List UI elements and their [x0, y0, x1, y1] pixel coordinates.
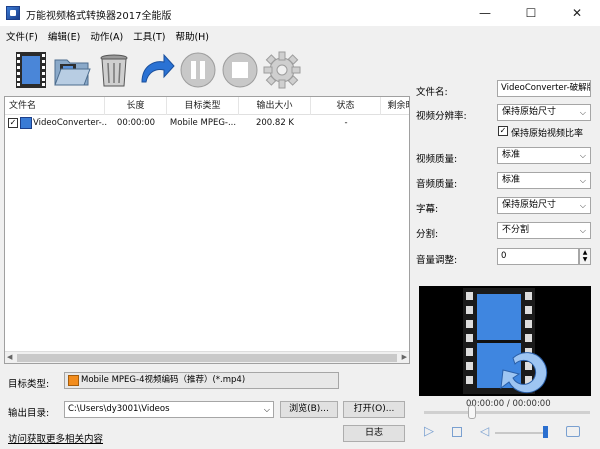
volume-slider[interactable]: [495, 432, 543, 434]
resolution-value: 保持原始尺寸: [502, 107, 557, 117]
refresh-arrow-icon[interactable]: [136, 50, 176, 90]
split-label: 分割:: [416, 229, 439, 240]
volume-input[interactable]: 0: [497, 248, 579, 265]
column-filename[interactable]: 文件名: [5, 97, 105, 115]
output-dir-combo[interactable]: C:\Users\dy3001\Videos ⌵: [64, 401, 274, 418]
row-length: 00:00:00: [116, 118, 156, 128]
audio-quality-select[interactable]: 标准 ⌵: [497, 172, 591, 189]
volume-stepper[interactable]: ▲ ▼: [579, 248, 591, 265]
log-button[interactable]: 日志: [343, 425, 405, 442]
split-select[interactable]: 不分割 ⌵: [497, 222, 591, 239]
timecode: 00:00:00 / 00:00:00: [466, 399, 551, 409]
filename-input[interactable]: VideoConverter-破解版: [497, 80, 591, 97]
horizontal-scrollbar[interactable]: ◀ ▶: [5, 351, 409, 363]
pause-icon[interactable]: [178, 50, 218, 90]
video-file-icon: [20, 117, 32, 129]
output-dir-label: 输出目录:: [8, 408, 50, 419]
folder-open-icon[interactable]: [52, 50, 92, 90]
trash-icon[interactable]: [94, 50, 134, 90]
seek-handle[interactable]: [468, 405, 476, 419]
column-size[interactable]: 输出大小: [239, 97, 311, 115]
scroll-left-icon[interactable]: ◀: [7, 353, 12, 361]
video-preview: [419, 286, 591, 396]
stop-icon[interactable]: [220, 50, 260, 90]
maximize-button[interactable]: ☐: [508, 0, 554, 26]
audio-quality-label: 音频质量:: [416, 179, 458, 190]
row-size: 200.82 K: [255, 118, 295, 128]
subtitle-value: 保持原始尺寸: [502, 200, 557, 210]
chevron-down-icon: ⌵: [579, 176, 586, 185]
column-remaining[interactable]: 剩余时: [381, 97, 409, 115]
video-quality-label: 视频质量:: [416, 154, 458, 165]
target-type-field[interactable]: Mobile MPEG-4视频编码（推荐）(*.mp4): [64, 372, 339, 389]
column-status[interactable]: 状态: [311, 97, 381, 115]
table-row[interactable]: ✓ VideoConverter-... 00:00:00 Mobile MPE…: [5, 116, 409, 131]
snapshot-camera-icon[interactable]: [566, 426, 580, 437]
output-dir-value: C:\Users\dy3001\Videos: [68, 404, 170, 414]
stop-playback-icon[interactable]: [452, 427, 462, 437]
menu-tools[interactable]: 工具(T): [133, 29, 165, 43]
resolution-select[interactable]: 保持原始尺寸 ⌵: [497, 104, 591, 121]
keep-ratio-checkbox[interactable]: ✓: [498, 126, 508, 136]
gear-icon[interactable]: [262, 50, 302, 90]
menu-help[interactable]: 帮助(H): [175, 29, 209, 43]
volume-slider-handle[interactable]: [543, 426, 548, 438]
menu-action[interactable]: 动作(A): [90, 29, 123, 43]
keep-ratio-label: 保持原始视频比率: [511, 129, 584, 139]
scroll-right-icon[interactable]: ▶: [402, 353, 407, 361]
toolbar: [0, 46, 410, 94]
target-type-value: Mobile MPEG-4视频编码（推荐）(*.mp4): [81, 375, 246, 385]
split-value: 不分割: [502, 225, 530, 235]
app-logo-icon: [6, 6, 20, 20]
column-target[interactable]: 目标类型: [167, 97, 239, 115]
chevron-down-icon: ⌵: [579, 226, 586, 235]
resolution-label: 视频分辨率:: [416, 111, 467, 122]
volume-icon[interactable]: ◁: [480, 424, 489, 438]
video-quality-select[interactable]: 标准 ⌵: [497, 147, 591, 164]
title-bar: 万能视频格式转换器2017全能版 — ☐ ✕: [0, 0, 600, 26]
row-filename: VideoConverter-...: [33, 118, 107, 128]
filename-label: 文件名:: [416, 87, 448, 98]
column-length[interactable]: 长度: [105, 97, 167, 115]
row-status: -: [344, 118, 348, 128]
browse-button[interactable]: 浏览(B)...: [280, 401, 338, 418]
subtitle-select[interactable]: 保持原始尺寸 ⌵: [497, 197, 591, 214]
play-icon[interactable]: ▷: [424, 424, 434, 439]
chevron-down-icon: ⌵: [579, 108, 586, 117]
volume-label: 音量调整:: [416, 255, 458, 266]
film-add-icon[interactable]: [12, 50, 52, 90]
menu-bar: 文件(F) 编辑(E) 动作(A) 工具(T) 帮助(H): [0, 26, 600, 46]
format-icon: [68, 375, 79, 386]
row-checkbox[interactable]: ✓: [8, 118, 18, 128]
minimize-button[interactable]: —: [462, 0, 508, 26]
close-button[interactable]: ✕: [554, 0, 600, 26]
video-quality-value: 标准: [502, 150, 521, 160]
scrollbar-thumb[interactable]: [17, 354, 397, 362]
target-type-label: 目标类型:: [8, 379, 50, 390]
menu-edit[interactable]: 编辑(E): [48, 29, 80, 43]
more-content-link[interactable]: 访问获取更多相关内容: [8, 431, 103, 445]
window-title: 万能视频格式转换器2017全能版: [26, 11, 172, 22]
row-target: Mobile MPEG-...: [169, 118, 237, 128]
seek-bar[interactable]: [424, 411, 590, 414]
audio-quality-value: 标准: [502, 175, 521, 185]
list-header: 文件名 长度 目标类型 输出大小 状态 剩余时: [5, 97, 409, 115]
chevron-down-icon[interactable]: ⌵: [264, 402, 270, 417]
chevron-down-icon: ⌵: [579, 151, 586, 160]
subtitle-label: 字幕:: [416, 204, 439, 215]
chevron-down-icon: ⌵: [579, 201, 586, 210]
file-list[interactable]: 文件名 长度 目标类型 输出大小 状态 剩余时 ✓ VideoConverter…: [4, 96, 410, 364]
film-logo-icon: [463, 288, 548, 394]
open-button[interactable]: 打开(O)...: [343, 401, 405, 418]
menu-file[interactable]: 文件(F): [6, 29, 38, 43]
